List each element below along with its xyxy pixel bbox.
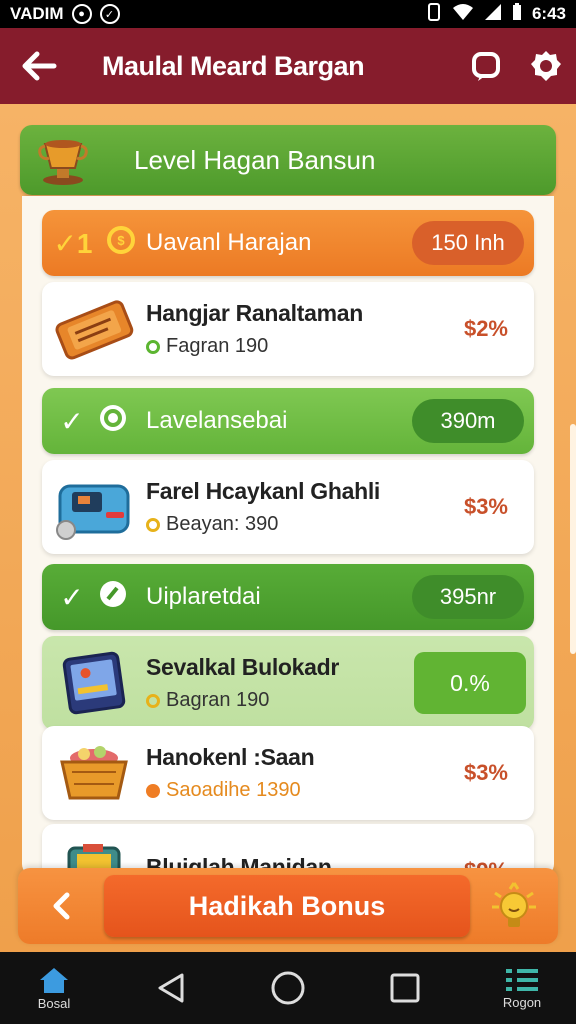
category-pill: 395nr [412,575,524,619]
page-title: Maulal Meard Bargan [102,50,365,81]
signal-icon [484,3,502,26]
carrier-label: VADIM [10,4,64,23]
list-icon [506,968,538,991]
list-item[interactable]: Farel Hcaykanl Ghahli Beayan: 390 $3% [42,460,534,554]
status-bar: VADIM ● ✓ 6:43 [0,0,576,28]
status-dot-icon [146,517,160,532]
home-nav-button[interactable]: Bosal [22,952,86,1024]
category-label: Uiplaretdai [146,583,261,610]
content-area: Level Hagan Bansun ✓1 $ Uavanl Harajan 1… [0,104,576,952]
item-sub: Fagran 190 [166,335,269,357]
tablet-icon [42,636,146,730]
category-header[interactable]: ✓1 $ Uavanl Harajan 150 Inh [42,210,534,276]
category-pill: 150 Inh [412,221,524,265]
item-sub: Bagran 190 [166,689,270,711]
circle-home-icon [271,971,305,1005]
previous-button[interactable] [18,868,104,944]
chat-button[interactable] [456,28,516,104]
vibrate-icon [426,2,442,26]
gear-icon [531,51,561,81]
item-price: 0.% [414,652,526,714]
list-item[interactable]: Hanokenl :Saan Saoadihe 1390 $3% [42,726,534,820]
item-name: Sevalkal Bulokadr [146,654,340,680]
app-bar: Maulal Meard Bargan [0,28,576,104]
recents-button[interactable] [373,952,437,1024]
list-panel: ✓1 $ Uavanl Harajan 150 Inh Hangjar Rana… [22,196,554,876]
status-dot-icon [146,339,160,354]
chevron-left-icon [53,892,70,920]
system-nav-bar: Bosal Rogon [0,952,576,1024]
item-name: Farel Hcaykanl Ghahli [146,478,381,504]
list-item[interactable]: Sevalkal Bulokadr Bagran 190 0.% [42,636,534,730]
hint-button[interactable] [470,868,558,944]
item-name: Hanokenl :Saan [146,744,315,770]
check-icon: ✓ [60,405,84,437]
coin-icon [98,403,128,440]
item-sub: Beayan: 390 [166,513,279,535]
svg-text:$: $ [117,233,125,248]
item-price: $2% [463,316,508,341]
chat-icon [472,52,500,81]
level-header: Level Hagan Bansun [20,125,556,195]
category-badge: ✓1 [53,227,93,259]
scrollbar[interactable] [570,424,576,654]
item-price: $3% [463,494,508,519]
category-pill: 390m [412,399,524,443]
wifi-icon [452,3,474,26]
back-button[interactable] [0,28,78,104]
basket-icon [42,726,146,820]
notification-icon: ✓ [99,4,120,24]
list-item[interactable]: Hangjar Ranaltaman Fagran 190 $2% [42,282,534,376]
item-price: $3% [463,760,508,785]
triangle-back-icon [158,973,184,1003]
category-label: Uavanl Harajan [146,229,312,256]
arrow-left-icon [22,51,57,81]
status-dot-icon [146,783,160,798]
menu-nav-button[interactable]: Rogon [490,952,554,1024]
nav-label: Bosal [37,995,71,1011]
item-name: Hangjar Ranaltaman [146,300,363,326]
bonus-button[interactable]: Hadikah Bonus [104,875,470,937]
notification-icon: ● [71,4,92,24]
square-recents-icon [390,973,420,1003]
item-sub: Saoadihe 1390 [166,779,301,801]
home-system-button[interactable] [256,952,320,1024]
back-nav-button[interactable] [139,952,203,1024]
coin-icon: $ [106,225,135,261]
cash-register-icon [42,460,146,554]
category-header[interactable]: ✓ Uiplaretdai 395nr [42,564,534,630]
scroll-icon [42,282,146,376]
category-header[interactable]: ✓ Lavelansebai 390m [42,388,534,454]
check-icon: ✓ [60,581,84,613]
action-bar: Hadikah Bonus [18,868,558,944]
nav-label: Rogon [502,994,542,1010]
category-label: Lavelansebai [146,407,288,434]
clock: 6:43 [531,4,566,23]
level-title: Level Hagan Bansun [134,144,376,175]
home-icon [40,967,68,993]
battery-icon [512,2,522,26]
lightbulb-icon [492,882,536,927]
coin-icon [98,579,128,616]
status-dot-icon [146,693,160,708]
trophy-icon [20,125,106,195]
settings-button[interactable] [516,28,576,104]
